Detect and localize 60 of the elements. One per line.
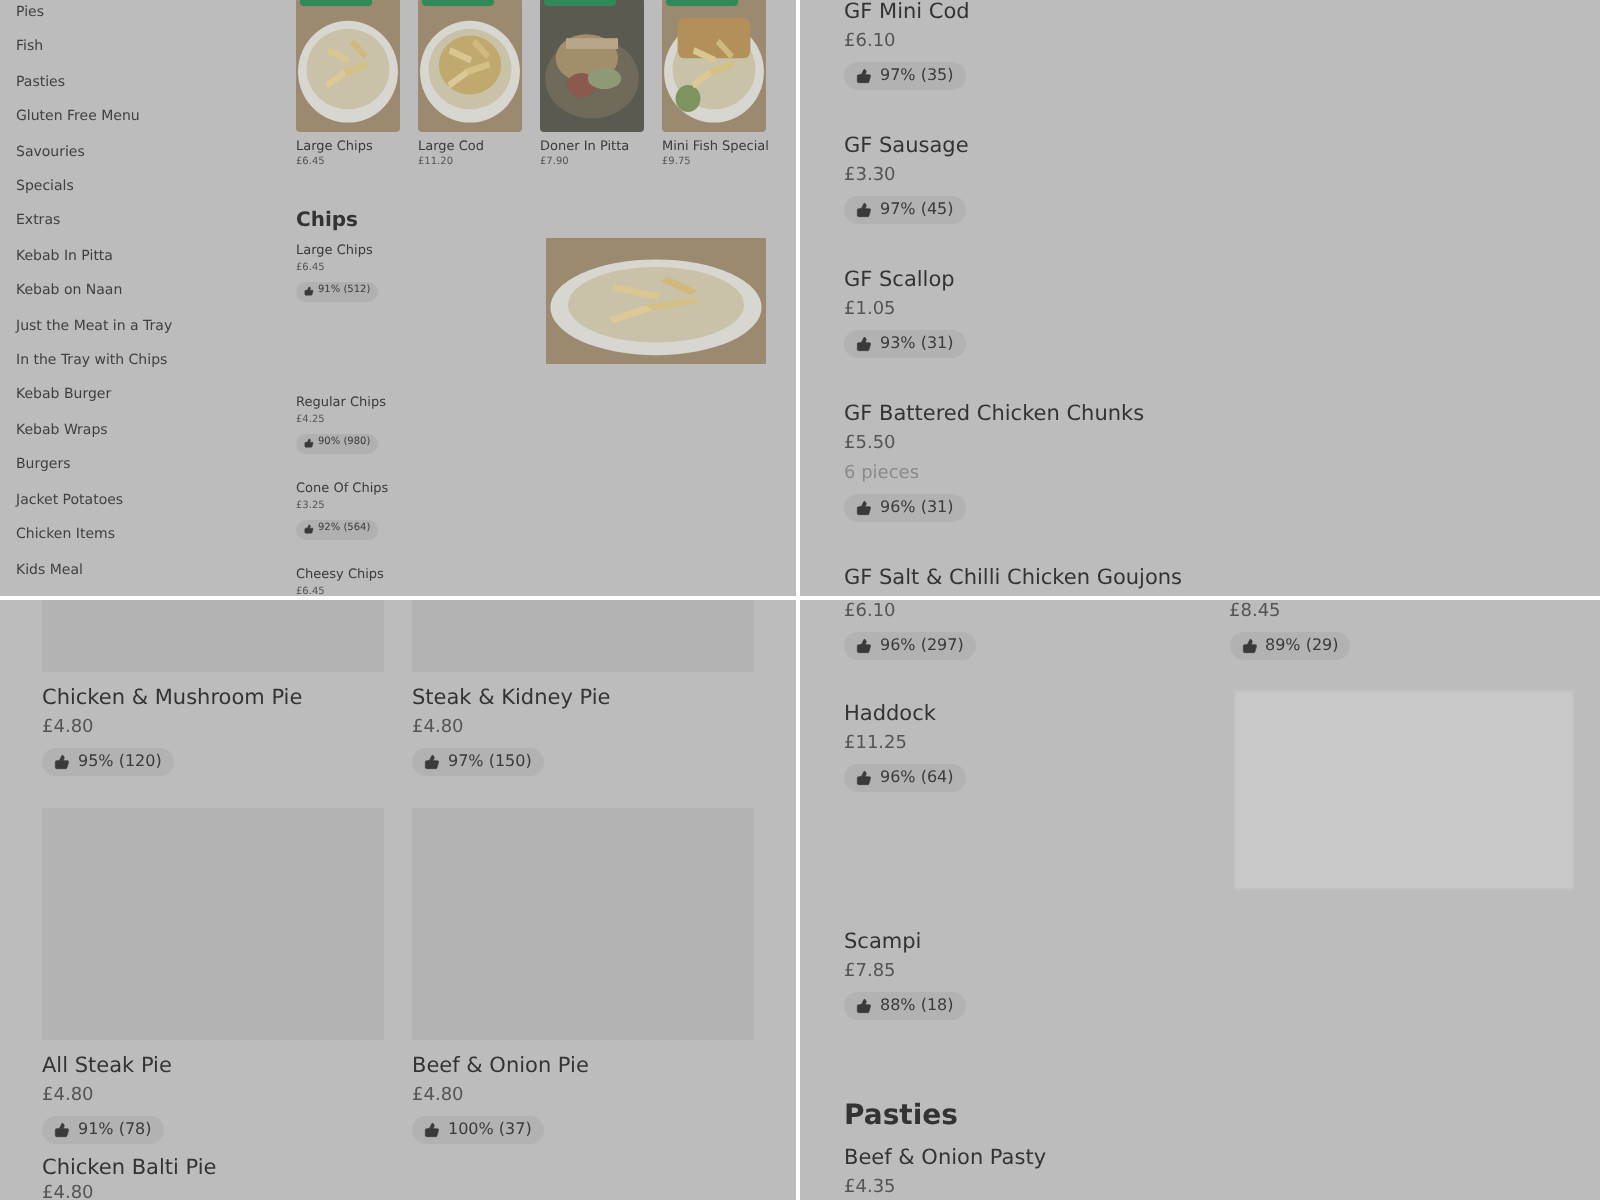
item-price: £4.80 (412, 716, 464, 740)
thumbs-up-icon (856, 336, 872, 352)
thumbs-up-icon (54, 754, 70, 770)
rating-badge: 100% (37) (412, 1116, 544, 1144)
rating-badge: 93% (31) (844, 330, 966, 358)
rating-badge: 96% (31) (844, 494, 966, 522)
rating-badge: 91% (78) (42, 1116, 164, 1144)
thumbs-up-icon (54, 1122, 70, 1138)
promo-tag (666, 0, 738, 6)
item-name: GF Salt & Chilli Chicken Goujons (844, 566, 1183, 592)
item-price: £5.50 (844, 432, 896, 456)
thumbs-up-icon (856, 500, 872, 516)
section-heading: Chips (296, 210, 360, 234)
item-name: GF Battered Chicken Chunks (844, 402, 1145, 428)
section-heading: Pasties (844, 1098, 960, 1134)
item-price: £8.45 (1229, 600, 1281, 624)
item-name: Chicken & Mushroom Pie (42, 686, 303, 712)
item-price: £4.80 (42, 1184, 94, 1200)
item-name: Beef & Onion Pie (412, 1054, 589, 1080)
item-price: £7.85 (844, 960, 896, 984)
item-price: £3.30 (844, 164, 896, 188)
item-name: GF Scallop (844, 268, 955, 294)
thumbs-up-icon (304, 286, 314, 297)
item-price: £4.35 (844, 1176, 896, 1200)
rating-badge: 95% (120) (42, 748, 174, 776)
rating-badge: 88% (18) (844, 992, 966, 1020)
rating-badge: 96% (64) (844, 764, 966, 792)
item-price: £4.80 (42, 1084, 94, 1108)
rating-badge: 97% (35) (844, 62, 966, 90)
thumbs-up-icon (304, 524, 314, 535)
thumbs-up-icon (856, 998, 872, 1014)
item-name: GF Sausage (844, 134, 969, 160)
promo-tag (422, 0, 494, 6)
item-price: £6.10 (844, 600, 896, 624)
rating-badge: 96% (297) (844, 632, 976, 660)
item-name: Scampi (844, 930, 922, 956)
thumbs-up-icon (424, 1122, 440, 1138)
item-name: Haddock (844, 702, 936, 728)
thumbs-up-icon (1241, 638, 1257, 654)
item-name: Beef & Onion Pasty (844, 1146, 1047, 1172)
item-price: £1.05 (844, 298, 896, 322)
item-name: All Steak Pie (42, 1054, 172, 1080)
item-price: £11.25 (844, 732, 907, 756)
promo-tag (544, 0, 616, 6)
item-name: Chicken Balti Pie (42, 1156, 217, 1182)
rating-badge: 89% (29) (1229, 632, 1351, 660)
item-price: £4.80 (42, 716, 94, 740)
thumbs-up-icon (856, 638, 872, 654)
item-name: GF Mini Cod (844, 0, 970, 26)
thumbs-up-icon (856, 202, 872, 218)
thumbs-up-icon (304, 438, 314, 449)
promo-tag (300, 0, 372, 6)
thumbs-up-icon (856, 68, 872, 84)
thumbs-up-icon (856, 770, 872, 786)
item-price: £6.10 (844, 30, 896, 54)
rating-badge: 97% (150) (412, 748, 544, 776)
thumbs-up-icon (424, 754, 440, 770)
item-name: Steak & Kidney Pie (412, 686, 611, 712)
item-price: £4.80 (412, 1084, 464, 1108)
rating-badge: 97% (45) (844, 196, 966, 224)
